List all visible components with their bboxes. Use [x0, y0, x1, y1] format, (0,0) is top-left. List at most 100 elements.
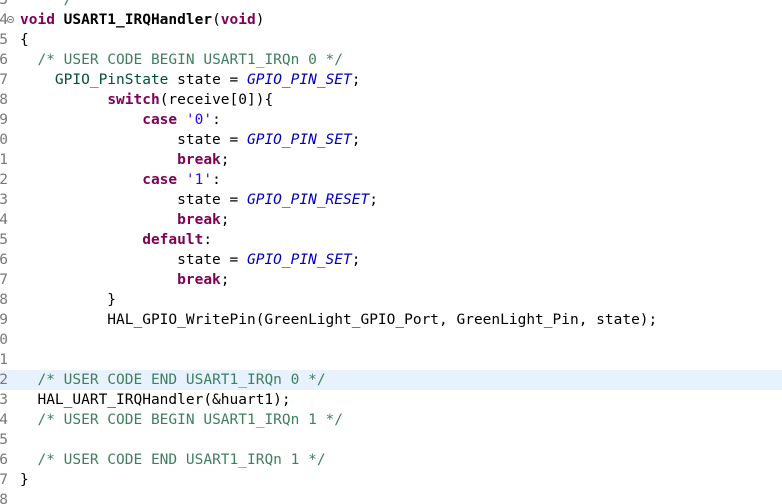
code-text: switch(receive[0]){: [20, 90, 273, 110]
line-number: 9: [0, 112, 8, 128]
code-token: GPIO_PIN_SET: [246, 252, 352, 268]
line-number: 8: [0, 292, 8, 308]
code-line[interactable]: 1: [0, 350, 782, 370]
code-token: case: [142, 172, 178, 188]
code-token: GPIO_PinState: [54, 72, 169, 88]
code-line[interactable]: 6 /* USER CODE BEGIN USART1_IRQn 0 */: [0, 50, 782, 70]
code-text: void USART1_IRQHandler(void): [20, 10, 264, 30]
code-line[interactable]: 8 }: [0, 290, 782, 310]
code-token: :: [212, 112, 221, 128]
code-text: /* USER CODE BEGIN USART1_IRQn 0 */: [20, 50, 343, 70]
code-line[interactable]: 3 HAL_UART_IRQHandler(&huart1);: [0, 390, 782, 410]
code-token: GPIO_PIN_SET: [246, 132, 352, 148]
code-line[interactable]: 0 state = GPIO_PIN_SET;: [0, 130, 782, 150]
line-number: 8: [0, 492, 8, 504]
line-number: 2: [0, 372, 8, 388]
code-token: default: [142, 232, 204, 248]
code-line[interactable]: 9 HAL_GPIO_WritePin(GreenLight_GPIO_Port…: [0, 310, 782, 330]
line-number: 5: [0, 232, 8, 248]
line-number: 0: [0, 132, 8, 148]
code-line[interactable]: 7}: [0, 470, 782, 490]
line-number: 2: [0, 172, 8, 188]
code-editor[interactable]: 3 */4 void USART1_IRQHandler(void) 5{6 /* …: [0, 0, 782, 504]
line-number: 6: [0, 52, 8, 68]
code-line[interactable]: 3 state = GPIO_PIN_RESET;: [0, 190, 782, 210]
code-token: state =: [20, 192, 247, 208]
code-token: break: [177, 152, 221, 168]
code-text: /* USER CODE BEGIN USART1_IRQn 1 */: [20, 410, 343, 430]
code-token: */: [20, 0, 73, 8]
code-line[interactable]: 0: [0, 330, 782, 350]
code-text: state = GPIO_PIN_SET;: [20, 130, 360, 150]
code-text: state = GPIO_PIN_SET;: [20, 250, 360, 270]
code-line[interactable]: 4 void USART1_IRQHandler(void): [0, 10, 782, 30]
code-line[interactable]: 1 break;: [0, 150, 782, 170]
code-token: ;: [369, 192, 378, 208]
code-text: /* USER CODE END USART1_IRQn 0 */: [20, 370, 326, 390]
line-number: 9: [0, 312, 8, 328]
code-token: (: [212, 12, 221, 28]
line-number: 5: [0, 32, 8, 48]
code-token: GPIO_PIN_SET: [247, 72, 352, 88]
code-line[interactable]: 5: [0, 430, 782, 450]
code-token: ;: [351, 132, 361, 148]
code-line[interactable]: 6 state = GPIO_PIN_SET;: [0, 250, 782, 270]
code-line[interactable]: 2 case '1':: [0, 170, 782, 190]
code-line[interactable]: 6 /* USER CODE END USART1_IRQn 1 */: [0, 450, 782, 470]
code-line[interactable]: 3 */: [0, 0, 782, 10]
code-text: break;: [20, 210, 230, 230]
code-token: GPIO_PIN_RESET: [246, 192, 370, 208]
code-text: case '0':: [20, 110, 221, 130]
code-line[interactable]: 8: [0, 490, 782, 504]
code-line[interactable]: 4 /* USER CODE BEGIN USART1_IRQn 1 */: [0, 410, 782, 430]
code-line[interactable]: 8 switch(receive[0]){: [0, 90, 782, 110]
line-number: 7: [0, 72, 8, 88]
line-number: 5: [0, 432, 8, 448]
code-token: ;: [351, 72, 361, 88]
code-line[interactable]: 7 break;: [0, 270, 782, 290]
code-line[interactable]: 5 default:: [0, 230, 782, 250]
code-token: ;: [220, 212, 230, 228]
code-token: void: [220, 12, 256, 28]
current-line[interactable]: 2 /* USER CODE END USART1_IRQn 0 */: [0, 370, 782, 390]
code-token: break: [177, 272, 221, 288]
code-token: state =: [168, 72, 247, 88]
line-number: 7: [0, 272, 8, 288]
code-token: ;: [220, 152, 230, 168]
code-token: state =: [20, 252, 247, 268]
code-line[interactable]: 4 break;: [0, 210, 782, 230]
code-token: void: [20, 12, 55, 28]
code-token: (receive[0]){: [159, 92, 274, 108]
code-token: state =: [20, 132, 247, 148]
line-number: 4: [0, 412, 8, 428]
code-line[interactable]: 9 case '0':: [0, 110, 782, 130]
line-number: 3: [0, 0, 8, 8]
code-text: state = GPIO_PIN_RESET;: [20, 190, 378, 210]
code-token: /* USER CODE END USART1_IRQn 1 */: [37, 452, 326, 468]
code-token: ;: [220, 272, 230, 288]
code-token: }: [20, 292, 117, 308]
code-text: }: [20, 470, 29, 490]
line-number: 8: [0, 92, 8, 108]
code-token: /* USER CODE END USART1_IRQn 0 */: [37, 372, 326, 388]
code-text: {: [20, 30, 29, 50]
line-number: 6: [0, 252, 8, 268]
code-token: case: [142, 112, 178, 128]
code-text: HAL_UART_IRQHandler(&huart1);: [20, 390, 290, 410]
code-token: ): [255, 12, 265, 28]
code-line[interactable]: 5{: [0, 30, 782, 50]
fold-collapse-icon[interactable]: [7, 16, 14, 23]
code-token: /* USER CODE BEGIN USART1_IRQn 0 */: [37, 52, 344, 68]
code-line[interactable]: 7 GPIO_PinState state = GPIO_PIN_SET;: [0, 70, 782, 90]
line-number: 6: [0, 452, 8, 468]
